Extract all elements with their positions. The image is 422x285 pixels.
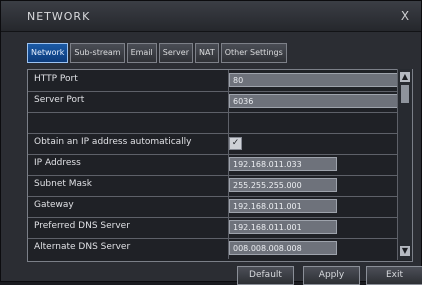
network-dialog: NETWORK X Network Sub-stream Email Serve… bbox=[0, 0, 422, 285]
server-port-row: Server Port 6036 bbox=[28, 91, 412, 113]
spacer-value-cell bbox=[228, 112, 399, 133]
tab-nat[interactable]: NAT bbox=[195, 43, 219, 63]
ip-address-label: IP Address bbox=[34, 158, 81, 168]
http-port-value-cell: 80 bbox=[228, 70, 405, 91]
tab-bar: Network Sub-stream Email Server NAT Othe… bbox=[27, 43, 289, 63]
dhcp-label: Obtain an IP address automatically bbox=[34, 137, 192, 147]
alternate-dns-label: Alternate DNS Server bbox=[34, 242, 131, 252]
ip-address-value-cell: 192.168.011.033 bbox=[228, 154, 399, 175]
subnet-mask-input[interactable]: 255.255.255.000 bbox=[229, 178, 337, 192]
close-icon[interactable]: X bbox=[398, 9, 412, 23]
http-port-input[interactable]: 80 bbox=[229, 73, 405, 87]
http-port-row: HTTP Port 80 bbox=[28, 70, 412, 92]
dhcp-checkbox[interactable]: ✓ bbox=[229, 137, 242, 150]
ip-address-input[interactable]: 192.168.011.033 bbox=[229, 157, 337, 171]
scroll-thumb[interactable] bbox=[401, 85, 409, 103]
server-port-value-cell: 6036 bbox=[228, 91, 405, 112]
gateway-label: Gateway bbox=[34, 200, 74, 210]
network-settings-panel: HTTP Port 80 Server Port 6036 Obtain an … bbox=[27, 69, 413, 262]
preferred-dns-input[interactable]: 192.168.011.001 bbox=[229, 220, 337, 234]
preferred-dns-label: Preferred DNS Server bbox=[34, 221, 130, 231]
gateway-value-cell: 192.168.011.001 bbox=[228, 196, 399, 217]
dhcp-row: Obtain an IP address automatically ✓ bbox=[28, 133, 412, 155]
vertical-scrollbar[interactable]: ▲ ▼ bbox=[397, 69, 412, 260]
preferred-dns-row: Preferred DNS Server 192.168.011.001 bbox=[28, 217, 412, 239]
default-button[interactable]: Default bbox=[237, 266, 294, 285]
dhcp-value-cell: ✓ bbox=[228, 133, 399, 154]
subnet-mask-label: Subnet Mask bbox=[34, 179, 92, 189]
scroll-down-icon[interactable]: ▼ bbox=[400, 246, 410, 256]
empty-spacer-row bbox=[28, 112, 412, 134]
tab-sub-stream[interactable]: Sub-stream bbox=[70, 43, 125, 63]
preferred-dns-value-cell: 192.168.011.001 bbox=[228, 217, 399, 238]
gateway-input[interactable]: 192.168.011.001 bbox=[229, 199, 337, 213]
server-port-input[interactable]: 6036 bbox=[229, 94, 405, 108]
tab-email[interactable]: Email bbox=[126, 43, 157, 63]
tab-other-settings[interactable]: Other Settings bbox=[220, 43, 287, 63]
subnet-mask-row: Subnet Mask 255.255.255.000 bbox=[28, 175, 412, 197]
scroll-up-icon[interactable]: ▲ bbox=[400, 72, 410, 82]
subnet-mask-value-cell: 255.255.255.000 bbox=[228, 175, 399, 196]
ip-address-row: IP Address 192.168.011.033 bbox=[28, 154, 412, 176]
tab-server[interactable]: Server bbox=[158, 43, 193, 63]
tab-network[interactable]: Network bbox=[27, 43, 69, 63]
alternate-dns-value-cell: 008.008.008.008 bbox=[228, 238, 399, 259]
apply-button[interactable]: Apply bbox=[303, 266, 360, 285]
title-bar: NETWORK X bbox=[1, 1, 421, 32]
server-port-label: Server Port bbox=[34, 95, 85, 105]
window-title: NETWORK bbox=[27, 10, 91, 23]
http-port-label: HTTP Port bbox=[34, 74, 78, 84]
exit-button[interactable]: Exit bbox=[366, 266, 422, 285]
alternate-dns-input[interactable]: 008.008.008.008 bbox=[229, 241, 337, 255]
alternate-dns-row: Alternate DNS Server 008.008.008.008 bbox=[28, 238, 412, 259]
gateway-row: Gateway 192.168.011.001 bbox=[28, 196, 412, 218]
